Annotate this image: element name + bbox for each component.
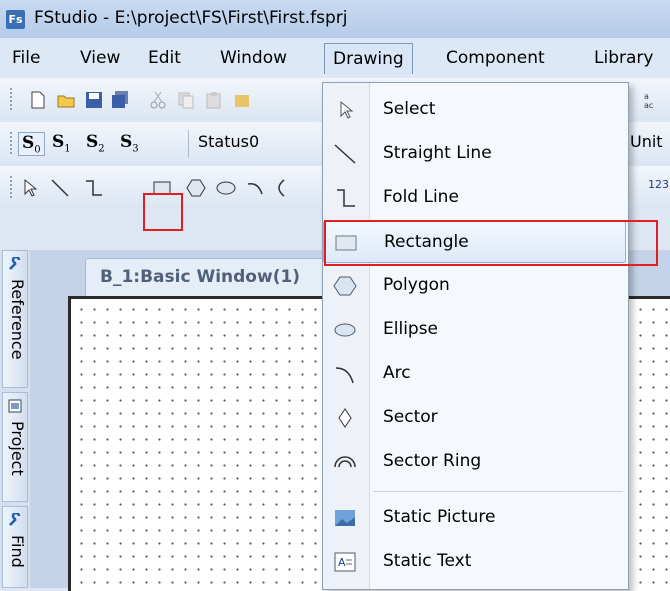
menu-item-label: Static Picture — [383, 507, 496, 527]
number-display-icon[interactable]: 123 — [648, 178, 669, 191]
sector-ring-icon — [334, 456, 356, 468]
menu-item-label: Ellipse — [383, 319, 439, 339]
menu-item-select[interactable]: Select — [323, 89, 626, 131]
copy-icon[interactable] — [176, 90, 196, 110]
menu-item-label: Sector — [383, 407, 438, 427]
polygon-icon — [333, 276, 357, 296]
save-icon[interactable] — [84, 90, 104, 110]
sector-icon[interactable] — [272, 178, 292, 198]
straight-line-icon[interactable] — [50, 178, 70, 198]
unit-label: Unit — [630, 132, 663, 151]
menu-item-arc[interactable]: Arc — [323, 353, 626, 395]
menu-item-label: Fold Line — [383, 187, 459, 207]
menu-item-static-text[interactable]: A Static Text — [323, 541, 626, 583]
menu-component[interactable]: Component — [438, 38, 553, 78]
tab-project-label: Project — [8, 421, 27, 476]
status-s2-letter: S — [86, 132, 99, 152]
tab-find-label: Find — [8, 535, 27, 568]
tab-project[interactable]: Project — [2, 392, 28, 502]
toolbar-grip[interactable] — [10, 176, 14, 198]
static-picture-icon — [335, 510, 355, 526]
svg-text:a: a — [644, 92, 649, 101]
app-icon: Fs — [6, 10, 25, 29]
paste-icon[interactable] — [204, 90, 224, 110]
menu-window[interactable]: Window — [212, 38, 295, 78]
status-s3-index: 3 — [132, 143, 139, 155]
pointer-icon[interactable] — [20, 178, 40, 198]
wrench-icon — [9, 513, 21, 526]
document-tab-title: B_1:Basic Window(1) — [100, 267, 301, 287]
menu-item-label: Select — [383, 99, 436, 119]
status-s2-button[interactable]: S2 — [86, 132, 105, 154]
new-file-icon[interactable] — [28, 90, 48, 110]
static-text-icon: A — [334, 552, 356, 572]
menu-item-label: Polygon — [383, 275, 450, 295]
menu-bar: File View Edit Window Drawing Component … — [0, 38, 670, 78]
cut-icon[interactable] — [148, 90, 168, 110]
rectangle-tool-highlight — [143, 193, 183, 231]
delete-icon[interactable] — [232, 90, 252, 110]
open-folder-icon[interactable] — [56, 90, 76, 110]
menu-item-fold-line[interactable]: Fold Line — [323, 177, 626, 219]
status-s1-index: 1 — [64, 143, 71, 155]
wrench-icon — [9, 257, 21, 270]
svg-text:A: A — [338, 556, 346, 569]
menu-item-straight-line[interactable]: Straight Line — [323, 133, 626, 175]
menu-edit[interactable]: Edit — [140, 38, 189, 78]
tab-reference-label: Reference — [8, 279, 27, 360]
project-icon — [8, 399, 22, 413]
status-s2-index: 2 — [98, 143, 105, 155]
menu-item-static-picture[interactable]: Static Picture — [323, 497, 626, 539]
polygon-icon[interactable] — [186, 178, 206, 198]
ellipse-icon[interactable] — [216, 178, 236, 198]
menu-library[interactable]: Library — [586, 38, 661, 78]
menu-item-label: Straight Line — [383, 143, 492, 163]
toolbar-divider — [188, 130, 189, 158]
status-select[interactable]: Status0 — [198, 132, 259, 151]
fold-line-icon — [337, 189, 355, 207]
menu-view[interactable]: View — [72, 38, 128, 78]
title-bar: Fs FStudio - E:\project\FS\First\First.f… — [0, 0, 670, 38]
align-icon[interactable]: aac — [642, 90, 662, 110]
menu-item-label: Static Text — [383, 551, 472, 571]
arc-icon[interactable] — [246, 178, 266, 198]
save-all-icon[interactable] — [110, 90, 130, 110]
sector-icon — [338, 408, 352, 428]
rectangle-menu-highlight — [324, 220, 658, 266]
window-title: FStudio - E:\project\FS\First\First.fspr… — [34, 8, 348, 28]
status-s0-letter: S — [22, 133, 35, 153]
tab-reference[interactable]: Reference — [2, 250, 28, 388]
toolbar-grip[interactable] — [10, 88, 14, 110]
pointer-icon — [340, 100, 354, 119]
menu-item-label: Sector Ring — [383, 451, 482, 471]
status-s1-button[interactable]: S1 — [52, 132, 71, 154]
straight-line-icon — [334, 144, 356, 164]
fold-line-icon[interactable] — [84, 178, 104, 198]
menu-file[interactable]: File — [4, 38, 48, 78]
toolbar-grip[interactable] — [10, 132, 14, 154]
status-s3-letter: S — [120, 132, 133, 152]
status-s3-button[interactable]: S3 — [120, 132, 139, 154]
menu-item-polygon[interactable]: Polygon — [323, 265, 626, 307]
status-s0-button[interactable]: S0 — [18, 132, 45, 157]
menu-item-ellipse[interactable]: Ellipse — [323, 309, 626, 351]
ellipse-icon — [334, 323, 356, 337]
menu-item-sector-ring[interactable]: Sector Ring — [323, 441, 626, 483]
menu-item-sector[interactable]: Sector — [323, 397, 626, 439]
drawing-menu-dropdown: Select Straight Line Fold Line Rectangle… — [322, 82, 629, 590]
status-s0-index: 0 — [34, 144, 41, 156]
menu-drawing[interactable]: Drawing — [324, 43, 413, 74]
tab-find[interactable]: Find — [2, 506, 28, 588]
status-s1-letter: S — [52, 132, 65, 152]
left-dock: Reference Project Find — [0, 250, 30, 588]
tab-basic-window[interactable]: B_1:Basic Window(1) — [85, 258, 347, 297]
arc-icon — [335, 367, 354, 384]
svg-text:ac: ac — [644, 101, 653, 110]
menu-item-label: Arc — [383, 363, 411, 383]
menu-separator — [373, 491, 623, 492]
